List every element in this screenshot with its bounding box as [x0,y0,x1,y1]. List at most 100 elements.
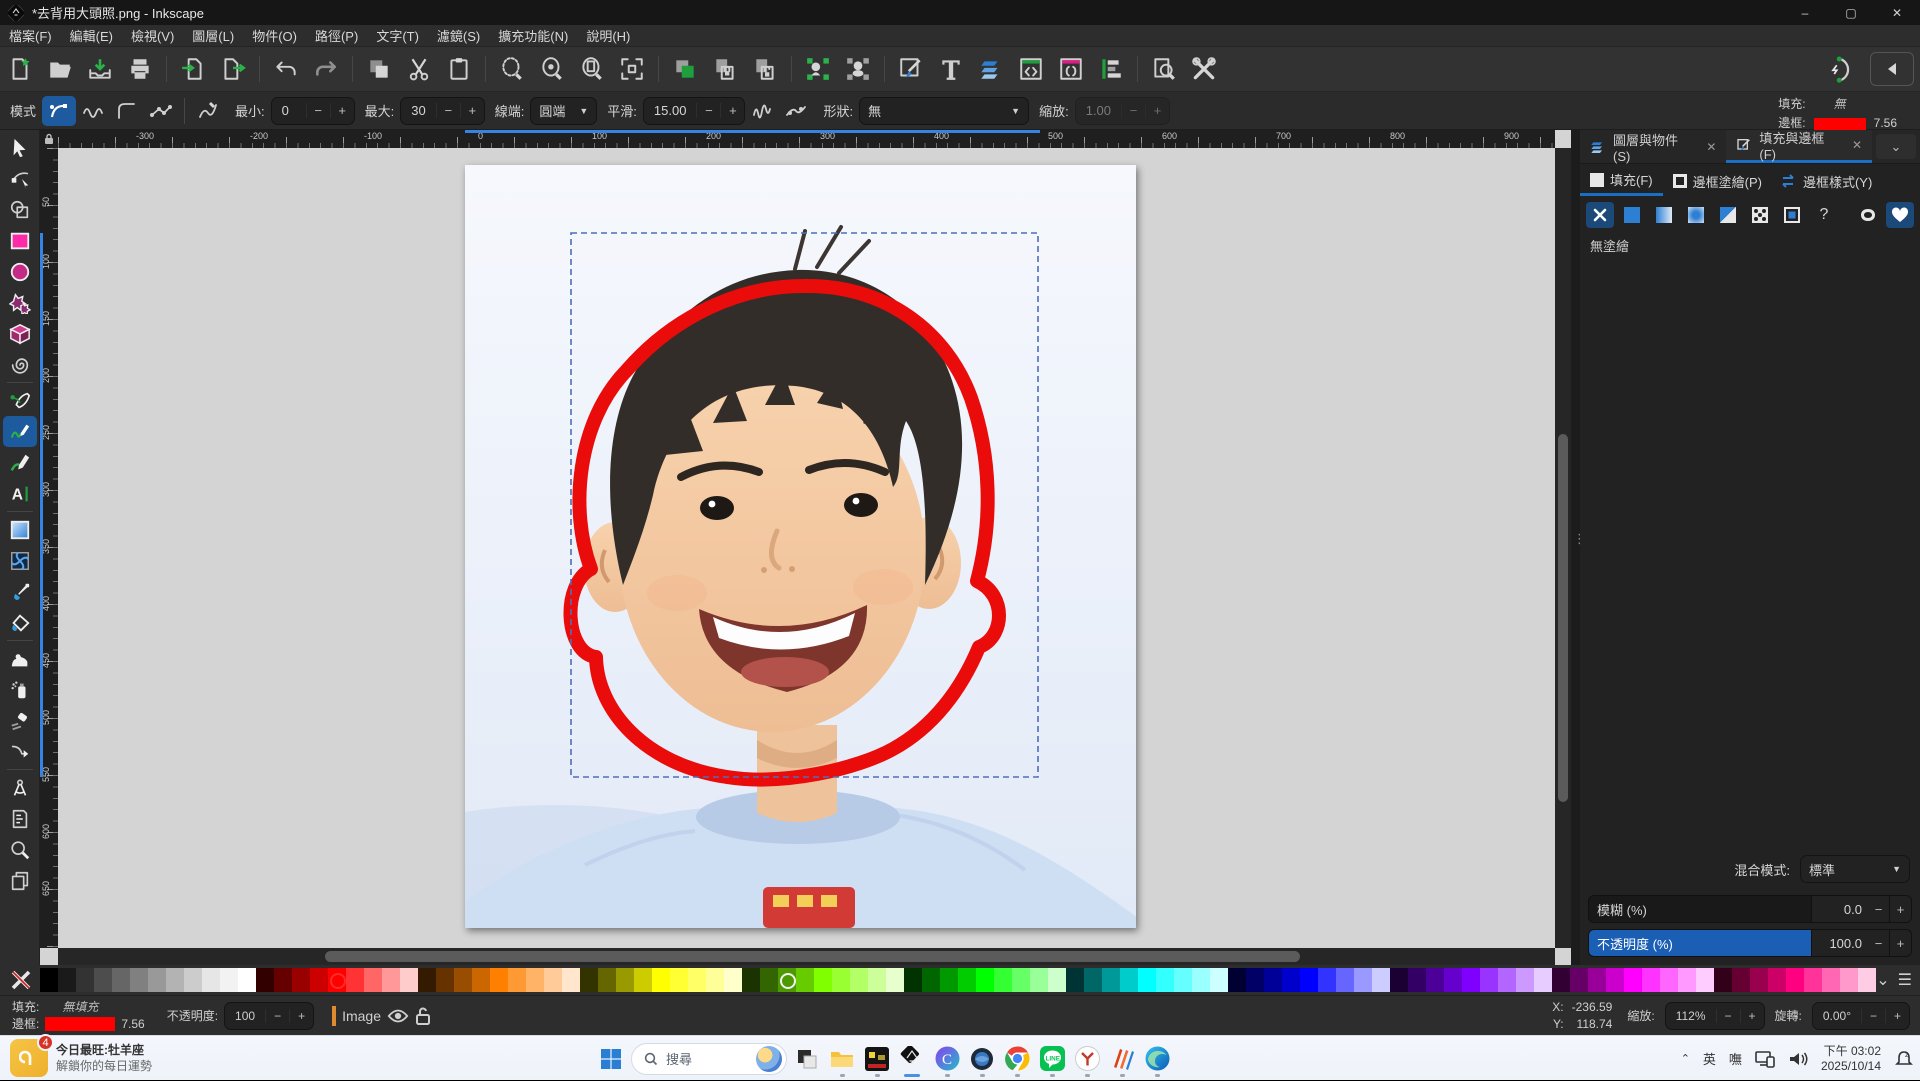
pages-tool[interactable] [3,865,37,896]
palette-swatch[interactable] [1732,968,1750,992]
spray-tool[interactable] [3,674,37,705]
palette-swatch[interactable] [958,968,976,992]
palette-swatch[interactable] [1552,968,1570,992]
widgets-button[interactable]: 4 今日最旺:牡羊座 解鎖你的每日運勢 [10,1039,152,1077]
palette-swatch[interactable] [1318,968,1336,992]
palette-swatch[interactable] [1174,968,1192,992]
palette-swatch[interactable] [1084,968,1102,992]
page-tool[interactable] [3,803,37,834]
xml-editor-button[interactable] [1012,50,1050,88]
palette-swatch[interactable] [796,968,814,992]
vertical-scrollbar-thumb[interactable] [1558,434,1568,802]
ellipse-tool[interactable] [3,256,37,287]
use-pressure-toggle[interactable] [191,96,225,126]
text-dialog-button[interactable] [932,50,970,88]
palette-swatch[interactable] [598,968,616,992]
zoom-page-button[interactable] [573,50,611,88]
palette-swatch[interactable] [940,968,958,992]
tab-fill[interactable]: 填充(F) [1580,166,1663,196]
palette-swatch[interactable] [1102,968,1120,992]
palette-swatch[interactable] [1570,968,1588,992]
dock-splitter[interactable]: ⋮ [1571,130,1580,965]
spiral-tool[interactable] [3,349,37,380]
pressure-min-spinbox[interactable]: 0−+ [271,97,355,125]
opacity-slider[interactable]: 不透明度 (%) [1588,929,1812,957]
palette-swatch[interactable] [58,968,76,992]
palette-swatch[interactable] [1138,968,1156,992]
palette-swatch[interactable] [904,968,922,992]
tab-stroke-style[interactable]: 邊框樣式(Y) [1772,166,1882,196]
print-button[interactable] [121,50,159,88]
palette-swatch[interactable] [292,968,310,992]
palette-scroll-chevron[interactable]: ⌄ [1876,970,1889,990]
start-button[interactable] [596,1039,626,1079]
paint-dots-pattern-button[interactable] [1746,202,1774,228]
ungroup-button[interactable] [839,50,877,88]
tweak-tool[interactable] [3,643,37,674]
palette-swatch[interactable] [652,968,670,992]
selector-tool[interactable] [3,132,37,163]
paint-unknown-button[interactable]: ? [1810,202,1838,228]
tab-fill-stroke[interactable]: 填充與邊框(F)✕ [1726,130,1872,163]
palette-swatch[interactable] [1480,968,1498,992]
document-page[interactable] [465,165,1136,928]
notification-bell-icon[interactable]: z [1894,1049,1914,1069]
text-tool[interactable]: A [3,478,37,509]
clock-app-button[interactable] [1072,1039,1102,1079]
palette-swatch[interactable] [1192,968,1210,992]
palette-swatch[interactable] [1606,968,1624,992]
palette-swatch[interactable] [1066,968,1084,992]
menu-item[interactable]: 濾鏡(S) [428,24,489,47]
maximize-button[interactable]: ▢ [1828,0,1874,25]
menu-item[interactable]: 說明(H) [577,24,639,47]
horizontal-scrollbar[interactable] [58,948,1555,965]
palette-swatch[interactable] [1264,968,1282,992]
export-button[interactable] [214,50,252,88]
palette-swatch[interactable] [328,968,346,992]
palette-swatch[interactable] [670,968,688,992]
paint-flat-button[interactable] [1618,202,1646,228]
ime-language-indicator[interactable]: 英 [1703,1049,1716,1068]
current-layer-name[interactable]: Image [342,1008,381,1024]
palette-swatch[interactable] [1354,968,1372,992]
zoom-selection-button[interactable] [493,50,531,88]
layer-lock-icon[interactable] [415,1006,431,1026]
ruler-lock-icon[interactable] [40,130,58,148]
palette-swatch[interactable] [688,968,706,992]
mode-polyline-button[interactable] [144,96,178,126]
paint-radial-gradient-button[interactable] [1682,202,1710,228]
menu-item[interactable]: 檔案(F) [0,24,61,47]
palette-swatch[interactable] [40,968,58,992]
palette-swatch[interactable] [220,968,238,992]
collapse-panel-button[interactable] [1870,52,1914,86]
palette-swatch[interactable] [1408,968,1426,992]
close-button[interactable]: ✕ [1874,0,1920,25]
paint-none-button[interactable] [1586,202,1614,228]
palette-swatch[interactable] [1822,968,1840,992]
zoom-spinbox[interactable]: 112%−+ [1665,1002,1765,1030]
inkscape-taskbar-button[interactable] [897,1039,927,1079]
preferences-button[interactable] [1185,50,1223,88]
zoom-tool[interactable] [3,834,37,865]
palette-swatch[interactable] [94,968,112,992]
paste-button[interactable] [440,50,478,88]
palette-swatch[interactable] [256,968,274,992]
paint-swatch-button[interactable] [1778,202,1806,228]
fill-indicator-value[interactable]: 無 [1834,97,1846,111]
palette-swatch[interactable] [1246,968,1264,992]
scale-spinbox[interactable]: 1.00−+ [1075,97,1170,125]
palette-swatch[interactable] [76,968,94,992]
canvas-area[interactable]: -300-200-1000100200300400500600700800900… [40,130,1571,965]
vertical-scrollbar[interactable] [1555,148,1571,948]
close-tab-icon[interactable]: ✕ [1852,138,1862,152]
create-clone-button[interactable] [706,50,744,88]
palette-swatch[interactable] [166,968,184,992]
find-replace-button[interactable] [1145,50,1183,88]
mode-bezier-button[interactable] [42,96,76,126]
tab-layers-objects[interactable]: 圖層與物件(S)✕ [1580,130,1726,163]
palette-swatch[interactable] [814,968,832,992]
palette-swatch[interactable] [346,968,364,992]
palette-swatch[interactable] [778,968,796,992]
menu-item[interactable]: 路徑(P) [306,24,367,47]
fill-rule-evenodd-button[interactable] [1854,202,1882,228]
